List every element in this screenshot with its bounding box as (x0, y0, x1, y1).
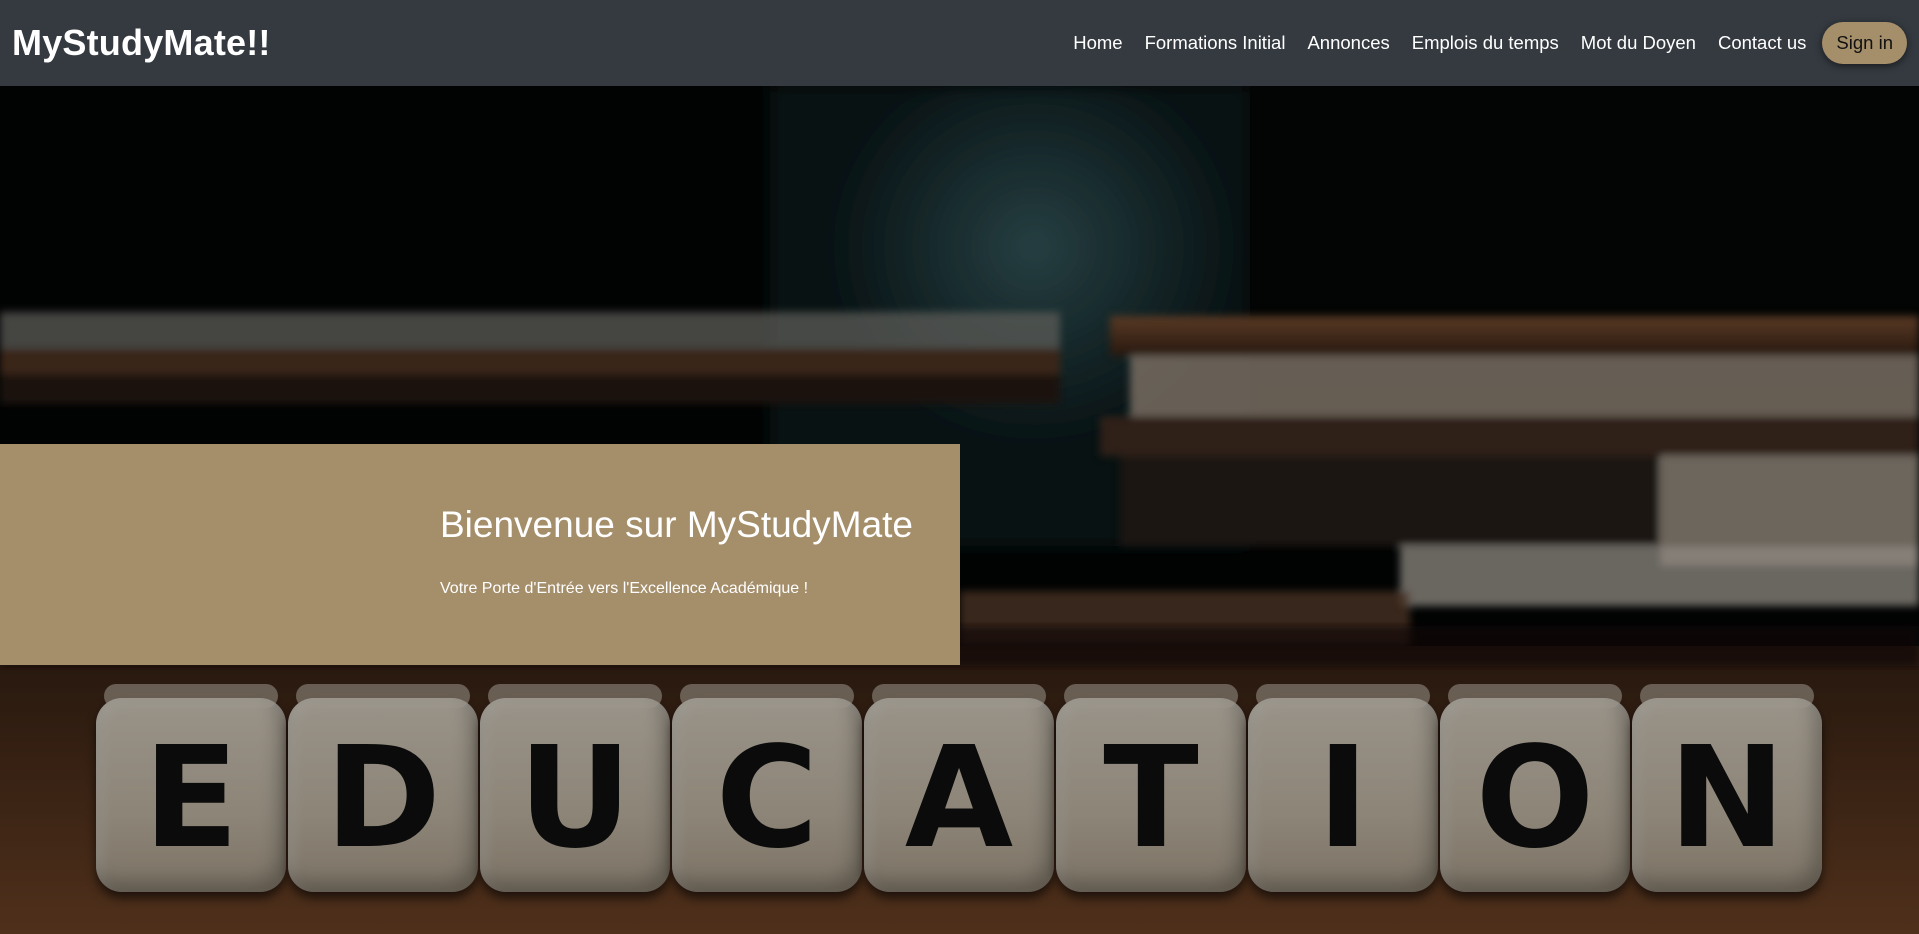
hero-welcome-box: Bienvenue sur MyStudyMate Votre Porte d'… (0, 444, 960, 665)
nav-links: Home Formations Initial Annonces Emplois… (1062, 22, 1907, 64)
hero-title: Bienvenue sur MyStudyMate (440, 504, 914, 545)
nav-link-formations-initial[interactable]: Formations Initial (1145, 32, 1286, 54)
nav-link-contact-us[interactable]: Contact us (1718, 32, 1806, 54)
nav-link-annonces[interactable]: Annonces (1307, 32, 1389, 54)
nav-link-mot-du-doyen[interactable]: Mot du Doyen (1581, 32, 1696, 54)
nav-link-emplois-du-temps[interactable]: Emplois du temps (1412, 32, 1559, 54)
hero-section: E D U C A T I O N Bienvenue sur MyStudyM… (0, 86, 1919, 934)
sign-in-button[interactable]: Sign in (1822, 22, 1907, 64)
top-navbar: MyStudyMate!! Home Formations Initial An… (0, 0, 1919, 86)
brand-logo[interactable]: MyStudyMate!! (12, 22, 271, 64)
nav-link-home[interactable]: Home (1073, 32, 1122, 54)
hero-subtitle: Votre Porte d'Entrée vers l'Excellence A… (440, 580, 809, 597)
